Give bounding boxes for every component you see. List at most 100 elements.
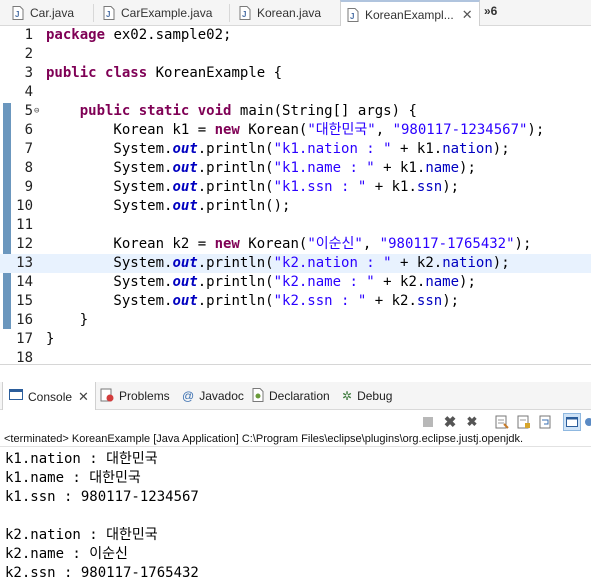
code-token: class [105,65,148,81]
line-number: 2 [24,46,33,62]
code-token: .println( [197,160,274,176]
line-number: 18 [16,350,33,364]
line-number: 1 [24,27,33,43]
code-token: ); [442,179,460,195]
code-text: Korean k1 = new Korean("대한민국", "980117-1… [46,121,544,140]
svg-text:J: J [15,10,19,19]
tab-koreanexample-java[interactable]: J KoreanExampl... ✕ [340,0,480,27]
tab-car-java[interactable]: J Car.java [6,0,74,26]
code-token: System. [46,179,173,195]
tab-label: Declaration [269,389,330,403]
code-token: Korean k1 = [46,122,215,138]
code-token: } [46,331,55,347]
code-token: .println( [197,141,274,157]
code-token: "이순신" [307,236,363,252]
remove-launch-icon[interactable]: ✖ [441,413,459,431]
close-icon[interactable]: ✕ [78,389,89,405]
show-console-on-output-icon[interactable] [563,413,581,431]
view-tab-bar: Console ✕ Problems @ Javadoc Declaration… [0,382,591,411]
code-line[interactable]: 5 ⊖ public static void main(String[] args… [0,102,591,121]
java-file-icon: J [347,7,359,22]
code-token: + k2. [366,293,417,309]
line-number: 12 [16,236,33,252]
code-line[interactable]: 1 package ex02.sample02; [0,26,591,45]
code-line[interactable]: 8 System.out.println("k1.name : " + k1.n… [0,159,591,178]
code-token: "k2.ssn : " [273,293,367,309]
code-token: Korean( [239,236,308,252]
line-number: 5 [24,103,33,119]
code-token: System. [46,255,173,271]
tab-problems[interactable]: Problems [100,382,170,410]
code-token: out [172,293,198,309]
svg-text:J: J [350,12,354,21]
tab-declaration[interactable]: Declaration [252,382,330,410]
pin-console-icon[interactable] [583,413,591,431]
tab-carexample-java[interactable]: J CarExample.java [97,0,212,26]
tab-overflow-chevron[interactable]: »6 [484,4,497,18]
code-token: ); [459,274,476,290]
code-line[interactable]: 17} [0,330,591,349]
terminate-icon[interactable] [419,413,437,431]
code-text: public class KoreanExample { [46,64,282,83]
svg-text:J: J [242,10,246,19]
console-output-line: k1.name : 대한민국 [5,470,141,486]
code-line[interactable]: 9 System.out.println("k1.ssn : " + k1.ss… [0,178,591,197]
code-line[interactable]: 14 System.out.println("k2.name : " + k2.… [0,273,591,292]
tab-divider [93,4,94,22]
code-token: ssn [416,179,443,195]
code-line[interactable]: 11 [0,216,591,235]
tab-console[interactable]: Console ✕ [2,382,96,411]
remove-all-terminated-icon[interactable]: ✖ [463,413,481,431]
code-line[interactable]: 16 } [0,311,591,330]
code-token: System. [46,141,173,157]
console-icon [9,389,23,404]
code-token: out [172,255,198,271]
tab-debug[interactable]: ✲ Debug [342,382,392,410]
code-token: + k2. [374,274,426,290]
clear-console-icon[interactable] [493,413,511,431]
code-line[interactable]: 10 System.out.println(); [0,197,591,216]
line-number: 6 [24,122,33,138]
problems-icon [100,388,114,405]
scroll-lock-icon[interactable] [515,413,533,431]
code-token: main(String[] args) { [231,103,417,119]
code-token: ); [442,293,460,309]
code-line[interactable]: 12 Korean k2 = new Korean("이순신", "980117… [0,235,591,254]
code-line[interactable]: 18 [0,349,591,364]
console-output-line: k2.nation : 대한민국 [5,527,158,543]
code-token: "k1.ssn : " [273,179,367,195]
line-number: 9 [24,179,33,195]
code-token: .println( [197,255,274,271]
code-line[interactable]: 6 Korean k1 = new Korean("대한민국", "980117… [0,121,591,140]
code-line[interactable]: 3 public class KoreanExample { [0,64,591,83]
tab-javadoc[interactable]: @ Javadoc [182,382,244,410]
code-line[interactable]: 4 [0,83,591,102]
code-text: System.out.println("k1.ssn : " + k1.ssn)… [46,178,459,197]
line-number: 11 [16,217,33,233]
code-line[interactable]: 15 System.out.println("k2.ssn : " + k2.s… [0,292,591,311]
word-wrap-icon[interactable] [537,413,555,431]
code-text: System.out.println("k2.name : " + k2.nam… [46,273,476,292]
code-token: System. [46,160,173,176]
panel-divider[interactable] [0,364,591,382]
code-token: out [172,274,198,290]
line-number: 17 [16,331,33,347]
close-icon[interactable]: ✕ [462,7,473,23]
svg-text:J: J [106,10,110,19]
line-number: 16 [16,312,33,328]
tab-korean-java[interactable]: J Korean.java [233,0,321,26]
code-line[interactable]: 13 System.out.println("k2.nation : " + k… [0,254,591,273]
code-editor[interactable]: 1 package ex02.sample02; 2 3 public class Ko… [0,26,591,364]
tab-label: Korean.java [257,6,322,20]
code-line[interactable]: 7 System.out.println("k1.nation : " + k1… [0,140,591,159]
code-token: ); [492,255,510,271]
code-token: public [79,103,131,119]
console-output[interactable]: k1.nation : 대한민국 k1.name : 대한민국 k1.ssn : 9… [0,448,591,588]
fold-toggle-icon[interactable]: ⊖ [34,102,39,121]
code-token: + k1. [366,179,417,195]
code-line[interactable]: 2 [0,45,591,64]
code-token: out [172,141,198,157]
